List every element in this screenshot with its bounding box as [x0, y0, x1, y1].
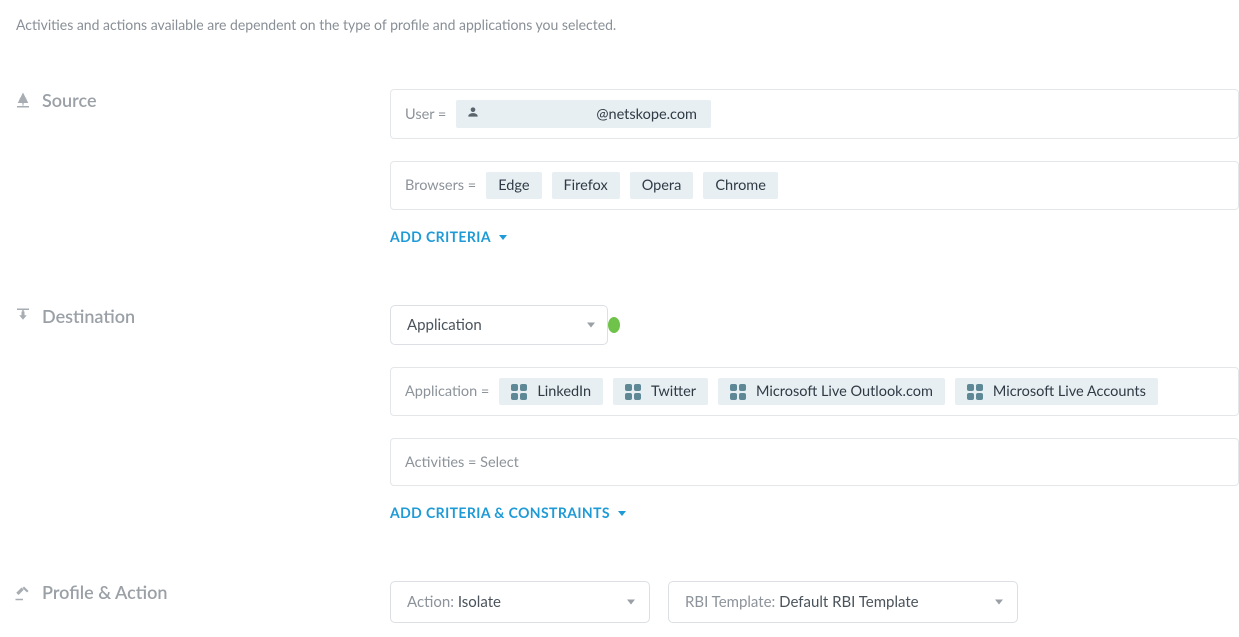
section-heading-profile-action: Profile & Action	[14, 581, 390, 603]
gavel-icon	[14, 583, 32, 601]
template-key: RBI Template:	[685, 593, 775, 611]
activities-criteria-row[interactable]: Activities = Select	[390, 438, 1239, 486]
source-icon	[14, 91, 32, 109]
caret-down-icon	[499, 235, 507, 240]
browsers-label: Browsers =	[405, 177, 476, 194]
user-label: User =	[405, 106, 446, 123]
browser-chip[interactable]: Firefox	[552, 172, 620, 199]
destination-type-select[interactable]: Application	[390, 305, 608, 345]
application-name: Microsoft Live Outlook.com	[756, 383, 933, 400]
section-title: Source	[42, 89, 97, 111]
status-dot-icon	[608, 317, 620, 333]
browsers-criteria-row[interactable]: Browsers = Edge Firefox Opera Chrome	[390, 161, 1239, 210]
user-criteria-row[interactable]: User = @netskope.com	[390, 89, 1239, 139]
user-value: @netskope.com	[596, 106, 697, 123]
caret-down-icon	[587, 323, 595, 328]
application-name: LinkedIn	[537, 383, 591, 400]
action-value: Isolate	[454, 593, 501, 611]
activities-label: Activities = Select	[405, 454, 519, 471]
action-key: Action:	[407, 593, 454, 611]
action-select[interactable]: Action: Isolate	[390, 581, 650, 623]
add-criteria-destination[interactable]: ADD CRITERIA & CONSTRAINTS	[390, 504, 626, 521]
caret-down-icon	[618, 511, 626, 516]
browser-chip[interactable]: Edge	[486, 172, 541, 199]
application-chip[interactable]: Microsoft Live Outlook.com	[718, 378, 945, 405]
add-criteria-label: ADD CRITERIA & CONSTRAINTS	[390, 504, 610, 521]
user-chip[interactable]: @netskope.com	[456, 100, 711, 128]
application-criteria-row[interactable]: Application = LinkedIn Twitter Microsoft…	[390, 367, 1239, 416]
section-heading-destination: Destination	[14, 305, 390, 327]
add-criteria-source[interactable]: ADD CRITERIA	[390, 228, 507, 245]
section-profile-action: Profile & Action Action: Isolate RBI Tem…	[14, 581, 1239, 623]
application-chip[interactable]: LinkedIn	[499, 378, 603, 405]
rbi-template-select[interactable]: RBI Template: Default RBI Template	[668, 581, 1018, 623]
app-grid-icon	[730, 384, 746, 400]
caret-down-icon	[995, 600, 1003, 605]
user-icon	[466, 105, 480, 123]
section-source: Source User = @netskope.com Browsers = E…	[14, 89, 1239, 245]
template-value: Default RBI Template	[775, 593, 918, 611]
application-name: Microsoft Live Accounts	[993, 383, 1146, 400]
section-title: Profile & Action	[42, 581, 168, 603]
application-label: Application =	[405, 383, 489, 400]
caret-down-icon	[627, 600, 635, 605]
add-criteria-label: ADD CRITERIA	[390, 228, 491, 245]
section-title: Destination	[42, 305, 135, 327]
application-chip[interactable]: Twitter	[613, 378, 708, 405]
app-grid-icon	[511, 384, 527, 400]
app-grid-icon	[967, 384, 983, 400]
browser-chip[interactable]: Chrome	[703, 172, 778, 199]
section-destination: Destination Application Application = Li…	[14, 305, 1239, 521]
application-chip[interactable]: Microsoft Live Accounts	[955, 378, 1158, 405]
app-grid-icon	[625, 384, 641, 400]
application-name: Twitter	[651, 383, 696, 400]
destination-icon	[14, 307, 32, 325]
destination-type-value: Application	[407, 316, 482, 334]
intro-text: Activities and actions available are dep…	[16, 16, 1239, 33]
section-heading-source: Source	[14, 89, 390, 111]
browser-chip[interactable]: Opera	[630, 172, 694, 199]
